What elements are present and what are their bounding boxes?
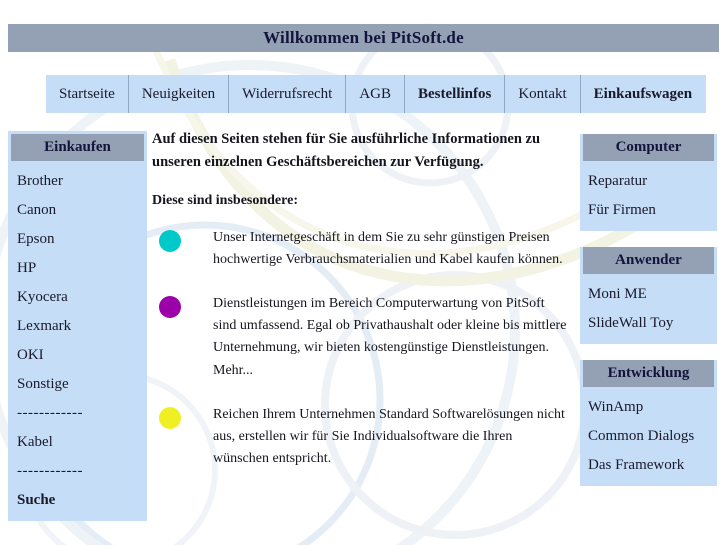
bullet-list: Unser Internetgeschäft in dem Sie zu seh… bbox=[152, 227, 570, 470]
left-sidebar-heading: Einkaufen bbox=[11, 134, 144, 161]
right-sidebar-item-f-r-firmen[interactable]: Für Firmen bbox=[580, 196, 717, 225]
right-box-heading: Computer bbox=[583, 134, 714, 161]
bullet-dot-icon bbox=[159, 229, 181, 252]
nav-item-agb[interactable]: AGB bbox=[346, 75, 405, 113]
bullet-text: Reichen Ihrem Unternehmen Standard Softw… bbox=[213, 406, 565, 466]
bullet-text: Dienstleistungen im Bereich Computerwart… bbox=[213, 296, 567, 378]
right-sidebar-item-das-framework[interactable]: Das Framework bbox=[580, 451, 717, 480]
bullet-dot-icon bbox=[159, 406, 181, 429]
bullet-dot-icon bbox=[159, 296, 181, 319]
sidebar-item-brother[interactable]: Brother bbox=[8, 167, 147, 196]
nav-item-bestellinfos[interactable]: Bestellinfos bbox=[405, 75, 506, 113]
right-sidebar-item-slidewall-toy[interactable]: SlideWall Toy bbox=[580, 309, 717, 338]
right-box-heading: Anwender bbox=[583, 247, 714, 274]
page-title: Willkommen bei PitSoft.de bbox=[8, 24, 719, 52]
right-box-computer: Computer Reparatur Für Firmen bbox=[580, 134, 717, 231]
main-navigation: Startseite Neuigkeiten Widerrufsrecht AGB Be… bbox=[46, 75, 707, 113]
nav-item-startseite[interactable]: Startseite bbox=[46, 75, 129, 113]
sidebar-item-epson[interactable]: Epson bbox=[8, 225, 147, 254]
nav-item-kontakt[interactable]: Kontakt bbox=[505, 75, 581, 113]
right-box-heading: Entwicklung bbox=[583, 360, 714, 387]
sidebar-item-sonstige[interactable]: Sonstige bbox=[8, 370, 147, 399]
page-root: Willkommen bei PitSoft.de Startseite Neui… bbox=[0, 0, 727, 545]
sidebar-item-suche[interactable]: Suche bbox=[8, 486, 147, 515]
nav-item-neuigkeiten[interactable]: Neuigkeiten bbox=[129, 75, 230, 113]
bullet-row: Reichen Ihrem Unternehmen Standard Softw… bbox=[152, 404, 570, 470]
bullet-row: Dienstleistungen im Bereich Computerwart… bbox=[152, 293, 570, 381]
sidebar-item-oki[interactable]: OKI bbox=[8, 341, 147, 370]
right-sidebar-item-winamp[interactable]: WinAmp bbox=[580, 393, 717, 422]
nav-item-einkaufswagen[interactable]: Einkaufswagen bbox=[581, 75, 705, 113]
sidebar-separator: ------------ bbox=[17, 405, 83, 421]
sidebar-separator: ------------ bbox=[17, 463, 83, 479]
main-content: Auf diesen Seiten stehen für Sie ausführ… bbox=[152, 128, 570, 492]
right-sidebar-item-moni-me[interactable]: Moni ME bbox=[580, 280, 717, 309]
left-sidebar: Einkaufen Brother Canon Epson HP Kyocera Lexm… bbox=[8, 131, 147, 521]
right-box-entwicklung: Entwicklung WinAmp Common Dialogs Das Frame… bbox=[580, 360, 717, 486]
right-box-anwender: Anwender Moni ME SlideWall Toy bbox=[580, 247, 717, 344]
sidebar-item-kyocera[interactable]: Kyocera bbox=[8, 283, 147, 312]
subheading: Diese sind insbesondere: bbox=[152, 192, 298, 208]
right-sidebar-item-reparatur[interactable]: Reparatur bbox=[580, 167, 717, 196]
bullet-text: Unser Internetgeschäft in dem Sie zu seh… bbox=[213, 229, 563, 268]
intro-paragraph: Auf diesen Seiten stehen für Sie ausführ… bbox=[152, 131, 541, 171]
bullet-row: Unser Internetgeschäft in dem Sie zu seh… bbox=[152, 227, 570, 271]
sidebar-item-kabel[interactable]: Kabel bbox=[8, 428, 147, 457]
sidebar-item-lexmark[interactable]: Lexmark bbox=[8, 312, 147, 341]
sidebar-item-canon[interactable]: Canon bbox=[8, 196, 147, 225]
left-sidebar-items: Brother Canon Epson HP Kyocera Lexmark OKI Sons… bbox=[8, 167, 147, 515]
sidebar-item-hp[interactable]: HP bbox=[8, 254, 147, 283]
nav-item-widerrufsrecht[interactable]: Widerrufsrecht bbox=[229, 75, 347, 113]
right-sidebar-item-common-dialogs[interactable]: Common Dialogs bbox=[580, 422, 717, 451]
right-sidebar: Computer Reparatur Für Firmen Anwender Moni … bbox=[580, 131, 717, 502]
